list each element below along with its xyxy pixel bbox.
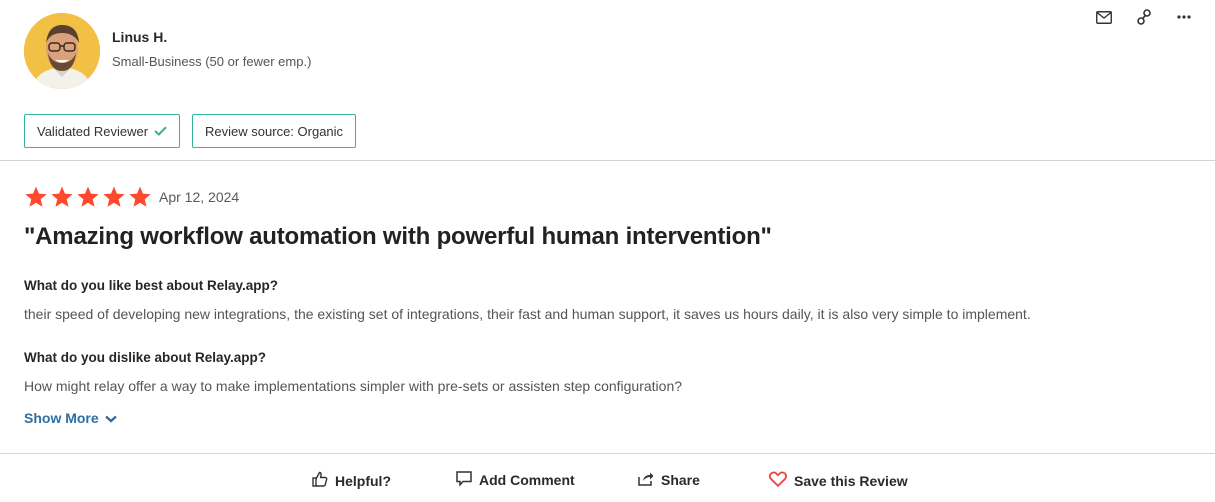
show-more-link[interactable]: Show More [24,410,117,426]
review-source-label: Review source: Organic [205,123,344,139]
helpful-button[interactable]: Helpful? [312,471,391,490]
validated-reviewer-label: Validated Reviewer [37,123,149,139]
star-icon [25,186,47,207]
add-comment-button[interactable]: Add Comment [456,471,575,489]
rating-row: Apr 12, 2024 [24,185,239,209]
reviewer-segment: Small-Business (50 or fewer emp.) [112,54,312,69]
divider [0,453,1215,454]
validated-reviewer-badge[interactable]: Validated Reviewer [24,114,181,148]
avatar [24,13,100,89]
add-comment-label: Add Comment [479,472,575,488]
badges: Validated Reviewer Review source: Organi… [24,114,357,148]
helpful-label: Helpful? [335,472,391,489]
link-icon[interactable] [1135,8,1153,26]
heart-icon [769,471,787,490]
reviewer-name: Linus H. [112,29,168,45]
answer-dislike: How might relay offer a way to make impl… [24,378,683,394]
star-icon [77,186,99,207]
envelope-icon[interactable] [1095,8,1113,26]
review-title: "Amazing workflow automation with powerf… [24,223,772,250]
checkmark-icon [154,124,167,139]
show-more-label: Show More [24,410,99,426]
answer-like-best: their speed of developing new integratio… [24,306,1031,322]
review-actions: Helpful? Add Comment Share Save this Rev… [0,468,1215,492]
top-actions [1095,8,1193,26]
star-icon [103,186,125,207]
question-like-best: What do you like best about Relay.app? [24,278,279,293]
comment-icon [456,471,472,489]
star-icon [51,186,73,207]
divider [0,160,1215,161]
share-label: Share [661,472,700,488]
review-source-badge[interactable]: Review source: Organic [192,114,357,148]
avatar-photo [24,13,100,89]
star-icon [129,186,151,207]
review-date: Apr 12, 2024 [159,189,240,205]
share-button[interactable]: Share [638,471,700,489]
save-review-button[interactable]: Save this Review [769,471,908,490]
star-rating [24,185,152,209]
question-dislike: What do you dislike about Relay.app? [24,350,267,365]
save-review-label: Save this Review [794,472,908,489]
share-icon [638,471,654,489]
thumbs-up-icon [312,471,328,490]
more-icon[interactable] [1175,8,1193,26]
chevron-down-icon [104,410,117,426]
